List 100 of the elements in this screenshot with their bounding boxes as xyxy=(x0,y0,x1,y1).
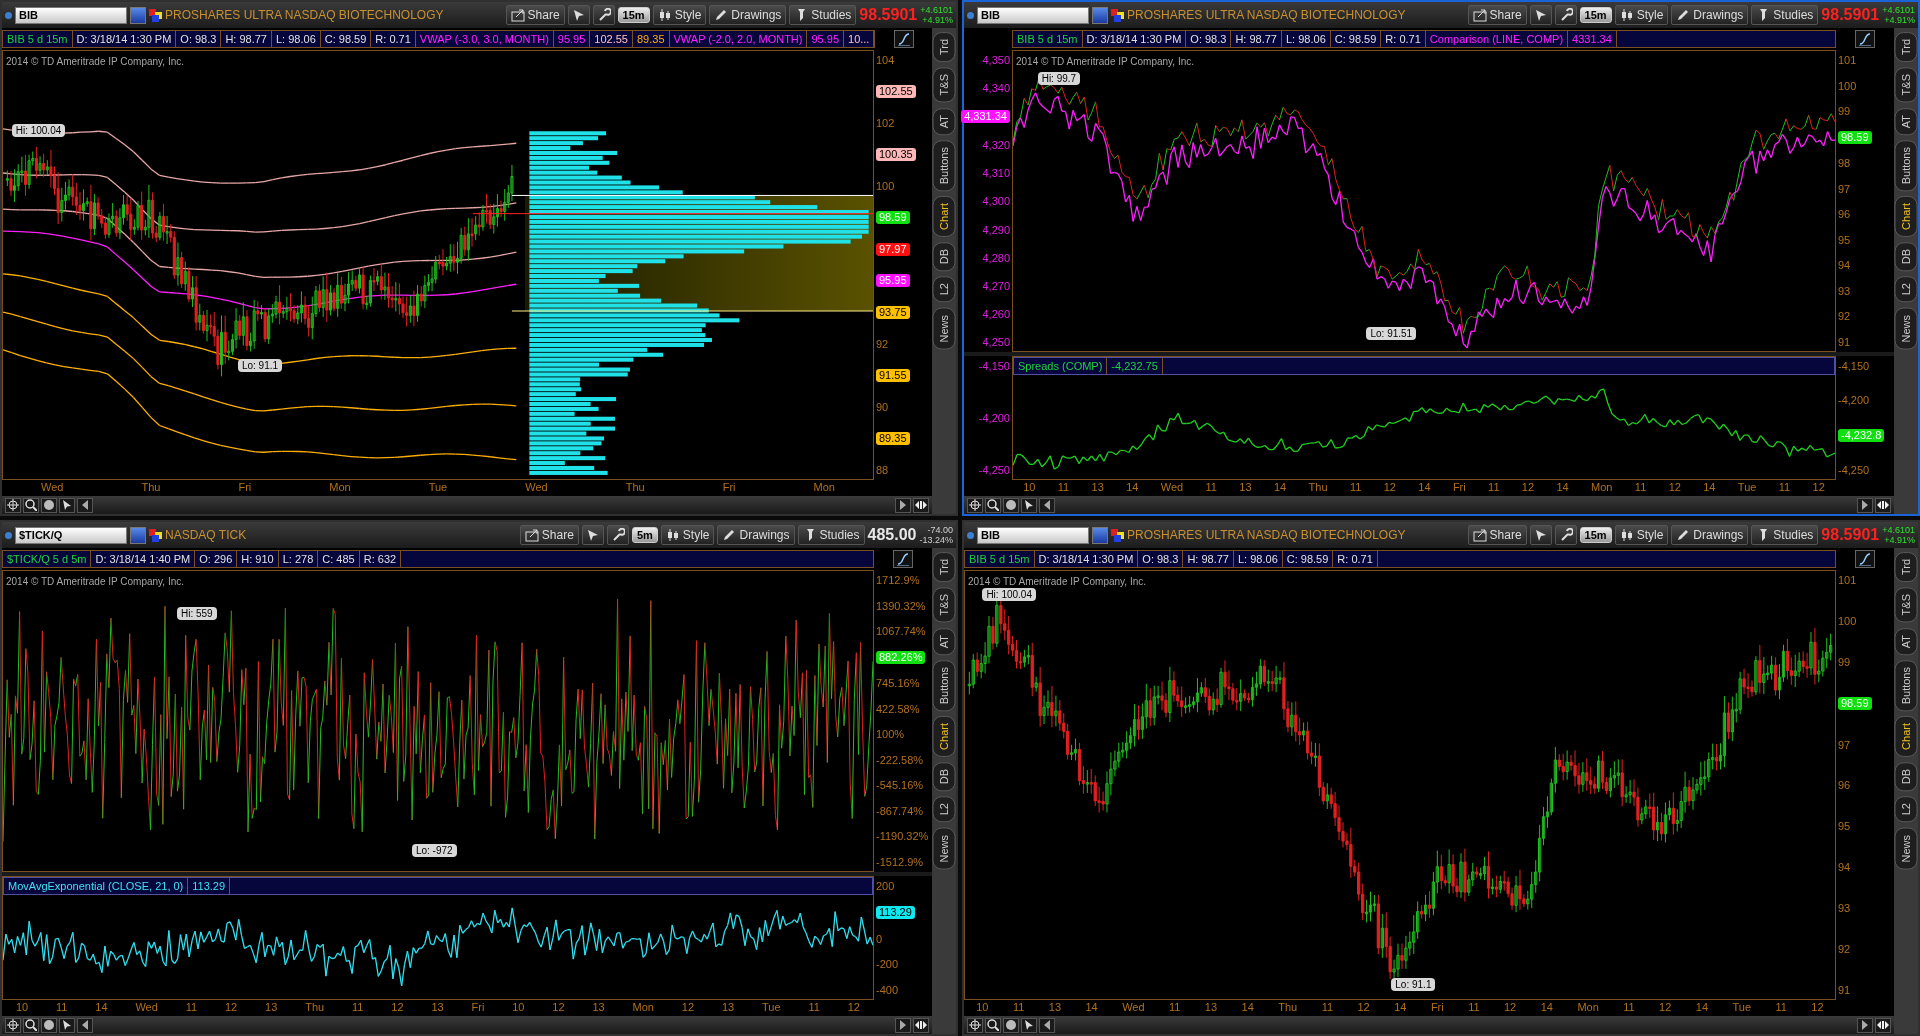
dropdown-button[interactable] xyxy=(130,526,146,544)
side-tab[interactable]: Buttons xyxy=(932,139,956,192)
expand-button[interactable] xyxy=(913,497,929,513)
symbol-field[interactable]: BIB xyxy=(977,6,1089,24)
scroll-right-button[interactable] xyxy=(895,497,911,513)
scroll-left-button[interactable] xyxy=(1039,1017,1055,1033)
scroll-left-button[interactable] xyxy=(77,497,93,513)
side-tab[interactable]: News xyxy=(932,827,956,869)
side-tab[interactable]: News xyxy=(1894,307,1918,349)
toolbar-button[interactable]: Studies xyxy=(1751,5,1819,25)
pointer-button[interactable] xyxy=(1529,525,1552,545)
chart-style-button[interactable] xyxy=(893,550,913,568)
toolbar-button[interactable]: Style xyxy=(652,5,707,25)
toolbar-button[interactable]: Studies xyxy=(1751,525,1819,545)
symbol-field[interactable]: $TICK/Q xyxy=(15,526,127,544)
scroll-right-button[interactable] xyxy=(1857,497,1873,513)
toolbar-button[interactable]: Drawings xyxy=(1671,525,1749,545)
timeframe-button[interactable]: 5m xyxy=(631,527,658,543)
crosshair-button[interactable] xyxy=(967,1017,983,1033)
cursor-button[interactable] xyxy=(1021,1017,1037,1033)
side-tab[interactable]: Chart xyxy=(932,716,956,757)
crosshair-button[interactable] xyxy=(5,497,21,513)
toolbar-button[interactable]: Drawings xyxy=(709,5,787,25)
toolbar-button[interactable]: Style xyxy=(1614,5,1669,25)
chart-style-button[interactable] xyxy=(894,30,915,48)
zoom-button[interactable] xyxy=(985,1017,1001,1033)
timeframe-button[interactable]: 15m xyxy=(617,7,650,23)
expand-button[interactable] xyxy=(1875,1017,1891,1033)
pointer-button[interactable] xyxy=(1529,5,1552,25)
scroll-right-button[interactable] xyxy=(895,1017,911,1033)
side-tab[interactable]: AT xyxy=(932,627,956,655)
toolbar-button[interactable]: Style xyxy=(1614,525,1669,545)
cursor-button[interactable] xyxy=(59,497,75,513)
side-tab[interactable]: AT xyxy=(1894,627,1918,655)
toolbar-button[interactable]: Drawings xyxy=(717,525,795,545)
side-tab[interactable]: Buttons xyxy=(932,659,956,712)
toolbar-button[interactable]: Share xyxy=(519,525,579,545)
side-tab[interactable]: L2 xyxy=(1894,276,1918,303)
toolbar-button[interactable]: Share xyxy=(505,5,565,25)
side-tab[interactable]: T&S xyxy=(932,587,956,623)
circle-button[interactable] xyxy=(1003,497,1019,513)
wrench-button[interactable] xyxy=(1554,525,1577,545)
side-tab[interactable]: News xyxy=(932,307,956,349)
dropdown-button[interactable] xyxy=(1092,526,1108,544)
side-tab[interactable]: Trd xyxy=(1894,552,1918,583)
toolbar-button[interactable]: Share xyxy=(1467,5,1527,25)
side-tab[interactable]: AT xyxy=(1894,107,1918,135)
side-tab[interactable]: DB xyxy=(1894,241,1918,272)
zoom-button[interactable] xyxy=(23,1017,39,1033)
timeframe-button[interactable]: 15m xyxy=(1579,527,1612,543)
symbol-field[interactable]: BIB xyxy=(977,526,1089,544)
toolbar-button[interactable]: Share xyxy=(1467,525,1527,545)
side-tab[interactable]: Trd xyxy=(932,32,956,63)
side-tab[interactable]: News xyxy=(1894,827,1918,869)
cursor-button[interactable] xyxy=(1021,497,1037,513)
dropdown-button[interactable] xyxy=(1092,6,1108,24)
side-tab[interactable]: Buttons xyxy=(1894,139,1918,192)
side-tab[interactable]: AT xyxy=(932,107,956,135)
crosshair-button[interactable] xyxy=(967,497,983,513)
side-tab[interactable]: Trd xyxy=(932,552,956,583)
circle-button[interactable] xyxy=(1003,1017,1019,1033)
side-tab[interactable]: L2 xyxy=(932,796,956,823)
side-tab[interactable]: Chart xyxy=(932,196,956,237)
side-tab[interactable]: T&S xyxy=(932,67,956,103)
side-tab[interactable]: L2 xyxy=(932,276,956,303)
wrench-button[interactable] xyxy=(1554,5,1577,25)
side-tab[interactable]: DB xyxy=(932,241,956,272)
side-tab[interactable]: Buttons xyxy=(1894,659,1918,712)
symbol-field[interactable]: BIB xyxy=(15,6,127,24)
side-tab[interactable]: DB xyxy=(1894,761,1918,792)
scroll-left-button[interactable] xyxy=(77,1017,93,1033)
side-tab[interactable]: Chart xyxy=(1894,716,1918,757)
timeframe-button[interactable]: 15m xyxy=(1579,7,1612,23)
side-tab[interactable]: T&S xyxy=(1894,587,1918,623)
pointer-button[interactable] xyxy=(567,5,590,25)
side-tab[interactable]: Trd xyxy=(1894,32,1918,63)
side-tab[interactable]: L2 xyxy=(1894,796,1918,823)
side-tab[interactable]: DB xyxy=(932,761,956,792)
pointer-button[interactable] xyxy=(581,525,604,545)
scroll-right-button[interactable] xyxy=(1857,1017,1873,1033)
side-tab[interactable]: Chart xyxy=(1894,196,1918,237)
zoom-button[interactable] xyxy=(985,497,1001,513)
wrench-button[interactable] xyxy=(606,525,629,545)
chart-style-button[interactable] xyxy=(1855,30,1875,48)
expand-button[interactable] xyxy=(913,1017,929,1033)
circle-button[interactable] xyxy=(41,497,57,513)
circle-button[interactable] xyxy=(41,1017,57,1033)
toolbar-button[interactable]: Studies xyxy=(789,5,857,25)
chart-style-button[interactable] xyxy=(1855,550,1875,568)
crosshair-button[interactable] xyxy=(5,1017,21,1033)
toolbar-button[interactable]: Studies xyxy=(797,525,865,545)
side-tab[interactable]: T&S xyxy=(1894,67,1918,103)
toolbar-button[interactable]: Drawings xyxy=(1671,5,1749,25)
toolbar-button[interactable]: Style xyxy=(660,525,715,545)
zoom-button[interactable] xyxy=(23,497,39,513)
wrench-button[interactable] xyxy=(592,5,615,25)
dropdown-button[interactable] xyxy=(130,6,146,24)
scroll-left-button[interactable] xyxy=(1039,497,1055,513)
expand-button[interactable] xyxy=(1875,497,1891,513)
cursor-button[interactable] xyxy=(59,1017,75,1033)
